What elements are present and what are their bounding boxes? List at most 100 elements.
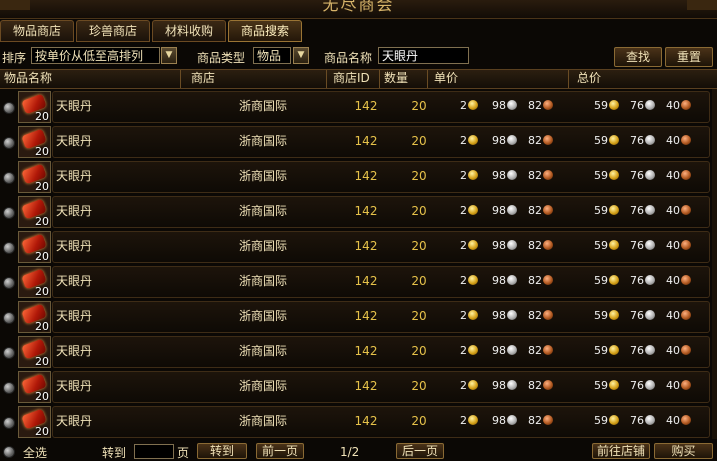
total-copper-value: 40	[666, 169, 680, 182]
prev-page-button[interactable]: 前一页	[256, 443, 304, 459]
total-price-silver: 76	[630, 240, 655, 252]
table-row[interactable]: 20 天眼丹 浙商国际 142 20 2 98 82 59 76 40	[0, 89, 712, 124]
type-select[interactable]: 物品	[253, 47, 291, 64]
unit-gold-value: 2	[460, 274, 467, 287]
list-scrollbar[interactable]	[712, 89, 717, 439]
column-header-unit-price[interactable]: 单价	[428, 70, 569, 88]
unit-gold-value: 2	[460, 309, 467, 322]
unit-price-copper: 82	[528, 415, 553, 427]
column-header-total-price[interactable]: 总价	[569, 70, 712, 88]
unit-copper-value: 82	[528, 274, 542, 287]
page-number-input[interactable]	[134, 444, 174, 459]
gold-coin-icon	[609, 380, 619, 390]
total-price-gold: 59	[594, 415, 619, 427]
column-header-item-name[interactable]: 物品名称	[0, 70, 181, 88]
chevron-down-icon[interactable]: ▼	[161, 47, 177, 64]
red-pill-icon[interactable]: 20	[18, 91, 51, 123]
unit-price-silver: 98	[492, 170, 517, 182]
table-row[interactable]: 20 天眼丹 浙商国际 142 20 2 98 82 59 76 40	[0, 404, 712, 439]
unit-price-silver: 98	[492, 205, 517, 217]
tab-material-purchase[interactable]: 材料收购	[152, 20, 226, 42]
table-row[interactable]: 20 天眼丹 浙商国际 142 20 2 98 82 59 76 40	[0, 264, 712, 299]
total-gold-value: 59	[594, 344, 608, 357]
copper-coin-icon	[681, 205, 691, 215]
row-radio[interactable]	[3, 312, 15, 324]
gold-coin-icon	[609, 240, 619, 250]
total-price-copper: 40	[666, 310, 691, 322]
search-button[interactable]: 查找	[614, 47, 662, 67]
total-price-silver: 76	[630, 310, 655, 322]
silver-coin-icon	[645, 205, 655, 215]
unit-silver-value: 98	[492, 99, 506, 112]
unit-price-silver: 98	[492, 345, 517, 357]
shop-name: 浙商国际	[239, 309, 288, 323]
total-price-gold: 59	[594, 205, 619, 217]
copper-coin-icon	[681, 170, 691, 180]
sort-select[interactable]: 按单价从低至高排列	[31, 47, 160, 64]
table-row[interactable]: 20 天眼丹 浙商国际 142 20 2 98 82 59 76 40	[0, 334, 712, 369]
red-pill-icon[interactable]: 20	[18, 126, 51, 158]
row-radio[interactable]	[3, 417, 15, 429]
red-pill-icon[interactable]: 20	[18, 406, 51, 438]
goto-button[interactable]: 转到	[197, 443, 247, 459]
unit-price-silver: 98	[492, 100, 517, 112]
red-pill-icon[interactable]: 20	[18, 301, 51, 333]
total-price-gold: 59	[594, 100, 619, 112]
select-all-label[interactable]: 全选	[23, 444, 47, 461]
unit-price-gold: 2	[460, 100, 478, 112]
gold-coin-icon	[609, 135, 619, 145]
table-row[interactable]: 20 天眼丹 浙商国际 142 20 2 98 82 59 76 40	[0, 194, 712, 229]
column-header-shop-id[interactable]: 商店ID	[327, 70, 380, 88]
unit-copper-value: 82	[528, 204, 542, 217]
red-pill-icon[interactable]: 20	[18, 196, 51, 228]
total-copper-value: 40	[666, 414, 680, 427]
red-pill-icon[interactable]: 20	[18, 371, 51, 403]
column-header-shop[interactable]: 商店	[181, 70, 327, 88]
red-pill-icon[interactable]: 20	[18, 231, 51, 263]
next-page-button[interactable]: 后一页	[396, 443, 444, 459]
table-row[interactable]: 20 天眼丹 浙商国际 142 20 2 98 82 59 76 40	[0, 159, 712, 194]
quantity: 20	[411, 204, 427, 218]
row-radio[interactable]	[3, 277, 15, 289]
table-row[interactable]: 20 天眼丹 浙商国际 142 20 2 98 82 59 76 40	[0, 299, 712, 334]
unit-price-gold: 2	[460, 170, 478, 182]
red-pill-icon[interactable]: 20	[18, 161, 51, 193]
silver-coin-icon	[645, 345, 655, 355]
reset-button[interactable]: 重置	[665, 47, 713, 67]
silver-coin-icon	[507, 135, 517, 145]
total-price-gold: 59	[594, 310, 619, 322]
silver-coin-icon	[645, 170, 655, 180]
buy-button[interactable]: 购买	[654, 443, 713, 459]
row-radio[interactable]	[3, 242, 15, 254]
total-price-silver: 76	[630, 205, 655, 217]
chevron-down-icon[interactable]: ▼	[293, 47, 309, 64]
item-name: 天眼丹	[56, 204, 93, 218]
row-radio[interactable]	[3, 207, 15, 219]
copper-coin-icon	[543, 205, 553, 215]
item-name-input[interactable]	[378, 47, 469, 64]
row-radio[interactable]	[3, 347, 15, 359]
row-radio[interactable]	[3, 382, 15, 394]
item-stack-count: 20	[35, 110, 49, 123]
shop-name: 浙商国际	[239, 99, 288, 113]
item-stack-count: 20	[35, 180, 49, 193]
shop-id: 142	[354, 309, 378, 323]
row-radio[interactable]	[3, 137, 15, 149]
row-radio[interactable]	[3, 172, 15, 184]
unit-silver-value: 98	[492, 414, 506, 427]
visit-shop-button[interactable]: 前往店铺	[592, 443, 650, 459]
column-header-quantity[interactable]: 数量	[380, 70, 428, 88]
tab-item-shop[interactable]: 物品商店	[0, 20, 74, 42]
table-row[interactable]: 20 天眼丹 浙商国际 142 20 2 98 82 59 76 40	[0, 124, 712, 159]
red-pill-icon[interactable]: 20	[18, 336, 51, 368]
select-all-radio[interactable]	[3, 446, 15, 458]
table-row[interactable]: 20 天眼丹 浙商国际 142 20 2 98 82 59 76 40	[0, 369, 712, 404]
shop-name: 浙商国际	[239, 239, 288, 253]
row-radio[interactable]	[3, 102, 15, 114]
table-row[interactable]: 20 天眼丹 浙商国际 142 20 2 98 82 59 76 40	[0, 229, 712, 264]
unit-gold-value: 2	[460, 239, 467, 252]
unit-price-silver: 98	[492, 135, 517, 147]
red-pill-icon[interactable]: 20	[18, 266, 51, 298]
tab-item-search[interactable]: 商品搜索	[228, 20, 302, 42]
tab-pet-shop[interactable]: 珍兽商店	[76, 20, 150, 42]
